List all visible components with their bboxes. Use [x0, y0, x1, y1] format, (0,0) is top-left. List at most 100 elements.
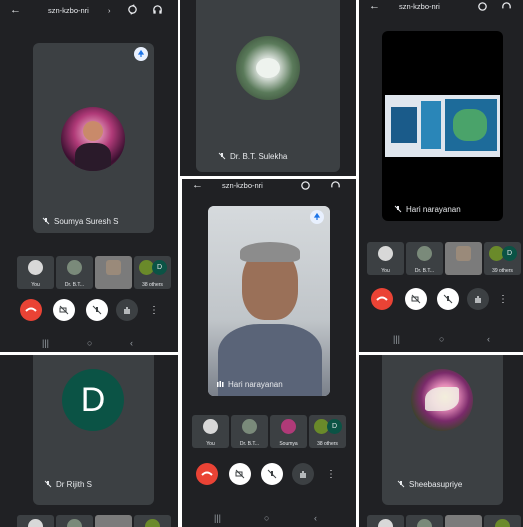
- screen-panel-2: Dr. B.T. Sulekha: [180, 0, 356, 176]
- android-nav-bar: ||| ○ ‹: [359, 330, 523, 348]
- participant-avatar: [236, 36, 300, 100]
- thumb-you[interactable]: [17, 515, 54, 527]
- thumb-video[interactable]: [95, 256, 132, 289]
- participant-strip: You Dr. B.T... D 38 others: [0, 256, 178, 290]
- call-controls: ⋮: [182, 463, 356, 487]
- participant-name: Dr. B.T. Sulekha: [218, 152, 287, 161]
- top-bar: ← szn-kzbo-nri: [182, 179, 356, 193]
- participant-name: Hari narayanan: [216, 380, 283, 389]
- back-nav-icon[interactable]: ‹: [487, 334, 490, 344]
- thumb-you[interactable]: You: [17, 256, 54, 289]
- thumb-others[interactable]: D 38 others: [134, 256, 171, 289]
- raise-hand-button[interactable]: [467, 288, 489, 310]
- thumb-others[interactable]: D 38 others: [309, 415, 346, 448]
- participant-avatar: D: [62, 369, 124, 431]
- call-controls: ⋮: [0, 299, 178, 323]
- mic-off-button[interactable]: [86, 299, 108, 321]
- back-nav-icon[interactable]: ‹: [130, 338, 133, 348]
- recents-nav-icon[interactable]: |||: [393, 334, 400, 344]
- meeting-code[interactable]: szn-kzbo-nri: [399, 2, 440, 11]
- thumb-participant[interactable]: [406, 515, 443, 527]
- more-options-icon[interactable]: ⋮: [323, 463, 339, 485]
- participant-strip: [0, 515, 178, 527]
- thumb-others[interactable]: D 39 others: [484, 242, 521, 275]
- back-arrow-icon[interactable]: ←: [10, 4, 21, 16]
- home-nav-icon[interactable]: ○: [264, 513, 269, 523]
- audio-level-icon: [217, 381, 224, 387]
- camera-off-button[interactable]: [53, 299, 75, 321]
- end-call-button[interactable]: [196, 463, 218, 485]
- back-arrow-icon[interactable]: ←: [192, 179, 203, 191]
- participant-name: Dr Rijith S: [44, 480, 92, 489]
- screen-panel-5: D Dr Rijith S: [0, 355, 178, 527]
- more-options-icon[interactable]: ⋮: [495, 288, 511, 310]
- participant-strip: [359, 515, 523, 527]
- main-video-tile[interactable]: [382, 31, 503, 221]
- raise-hand-button[interactable]: [116, 299, 138, 321]
- recents-nav-icon[interactable]: |||: [42, 338, 49, 348]
- mic-off-button[interactable]: [261, 463, 283, 485]
- participant-avatar: [411, 369, 473, 431]
- mic-off-button[interactable]: [437, 288, 459, 310]
- main-video-tile[interactable]: [33, 43, 154, 233]
- mic-off-icon: [42, 217, 50, 225]
- headphones-icon[interactable]: [501, 1, 512, 12]
- mic-off-icon: [44, 480, 52, 488]
- meeting-code[interactable]: szn-kzbo-nri: [222, 181, 263, 190]
- more-options-icon[interactable]: ⋮: [146, 299, 162, 321]
- screen-panel-6: Sheebasupriye: [359, 355, 523, 527]
- screen-panel-1: ← szn-kzbo-nri › Soumya Suresh S You Dr.…: [0, 0, 178, 352]
- top-bar: ← szn-kzbo-nri ›: [0, 0, 178, 20]
- top-bar: ← szn-kzbo-nri: [359, 0, 523, 14]
- thumb-video[interactable]: [95, 515, 132, 527]
- call-controls: ⋮: [359, 288, 523, 312]
- back-arrow-icon[interactable]: ←: [369, 0, 380, 12]
- thumb-participant[interactable]: Dr. B.T...: [406, 242, 443, 275]
- back-nav-icon[interactable]: ‹: [314, 513, 317, 523]
- mic-off-icon: [218, 152, 226, 160]
- android-nav-bar: ||| ○ ‹: [182, 509, 356, 527]
- chevron-right-icon: ›: [108, 6, 111, 15]
- thumb-others[interactable]: [484, 515, 521, 527]
- thumb-you[interactable]: You: [192, 415, 229, 448]
- android-nav-bar: ||| ○ ‹: [0, 334, 178, 352]
- headphones-icon[interactable]: [152, 4, 163, 15]
- thumb-video[interactable]: [445, 242, 482, 275]
- shared-screen-content: [385, 95, 500, 157]
- thumb-video[interactable]: [445, 515, 482, 527]
- participant-name: Sheebasupriye: [397, 480, 462, 489]
- pin-icon[interactable]: [134, 47, 148, 61]
- end-call-button[interactable]: [371, 288, 393, 310]
- camera-off-button[interactable]: [229, 463, 251, 485]
- thumb-participant[interactable]: [56, 515, 93, 527]
- recents-nav-icon[interactable]: |||: [214, 513, 221, 523]
- pin-icon[interactable]: [310, 210, 324, 224]
- camera-switch-icon[interactable]: [127, 4, 138, 15]
- home-nav-icon[interactable]: ○: [439, 334, 444, 344]
- camera-switch-icon[interactable]: [300, 180, 311, 191]
- mic-off-icon: [394, 205, 402, 213]
- camera-off-button[interactable]: [405, 288, 427, 310]
- screen-panel-4: ← szn-kzbo-nri Hari narayanan You Dr. B.…: [182, 179, 356, 527]
- end-call-button[interactable]: [20, 299, 42, 321]
- thumb-participant[interactable]: Dr. B.T...: [231, 415, 268, 448]
- main-video-tile[interactable]: [196, 0, 340, 172]
- home-nav-icon[interactable]: ○: [87, 338, 92, 348]
- meeting-code[interactable]: szn-kzbo-nri: [48, 6, 89, 15]
- thumb-participant[interactable]: Soumya: [270, 415, 307, 448]
- mic-off-icon: [397, 480, 405, 488]
- participant-hair: [240, 242, 300, 262]
- thumb-you[interactable]: [367, 515, 404, 527]
- participant-strip: You Dr. B.T... D 39 others: [359, 242, 523, 276]
- participant-name: Hari narayanan: [394, 205, 461, 214]
- participant-strip: You Dr. B.T... Soumya D 38 others: [182, 415, 356, 449]
- thumb-you[interactable]: You: [367, 242, 404, 275]
- main-video-tile[interactable]: Hari narayanan: [208, 206, 330, 396]
- camera-switch-icon[interactable]: [477, 1, 488, 12]
- thumb-others[interactable]: [134, 515, 171, 527]
- screen-panel-3: ← szn-kzbo-nri Hari narayanan You Dr. B.…: [359, 0, 523, 352]
- thumb-participant[interactable]: Dr. B.T...: [56, 256, 93, 289]
- raise-hand-button[interactable]: [292, 463, 314, 485]
- headphones-icon[interactable]: [330, 180, 341, 191]
- participant-avatar: [61, 107, 125, 171]
